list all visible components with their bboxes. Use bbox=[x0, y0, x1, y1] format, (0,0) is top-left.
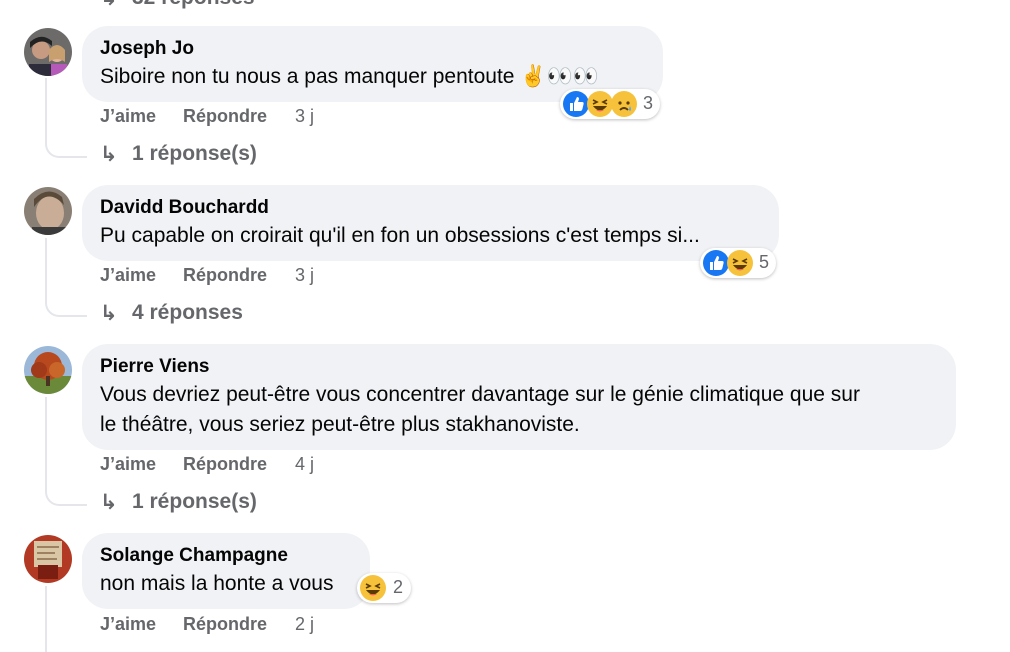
comment-author[interactable]: Joseph Jo bbox=[100, 38, 194, 60]
like-icon bbox=[703, 250, 729, 276]
thread-connector bbox=[45, 397, 87, 506]
reply-button[interactable]: Répondre bbox=[183, 106, 267, 127]
thread-connector bbox=[45, 586, 47, 652]
comment-text: le théâtre, vous seriez peut-être plus s… bbox=[100, 413, 580, 436]
reply-arrow-icon: ↳ bbox=[100, 491, 118, 514]
haha-icon bbox=[727, 250, 753, 276]
like-button[interactable]: J’aime bbox=[100, 265, 156, 286]
thread-connector bbox=[45, 238, 87, 317]
reaction-count: 5 bbox=[759, 252, 770, 272]
like-icon bbox=[563, 91, 589, 117]
thread-connector bbox=[45, 78, 87, 158]
comment-bubble: Pierre Viens Vous devriez peut-être vous… bbox=[82, 344, 956, 450]
reply-arrow-icon: ↳ bbox=[100, 302, 118, 325]
comment-text: Vous devriez peut-être vous concentrer d… bbox=[100, 383, 860, 406]
comment-timestamp[interactable]: 3 j bbox=[295, 106, 314, 127]
reply-button[interactable]: Répondre bbox=[183, 454, 267, 475]
reply-arrow-icon: ↳ bbox=[100, 143, 118, 166]
reaction-count: 3 bbox=[643, 93, 654, 113]
reaction-summary[interactable]: 3 bbox=[560, 89, 660, 119]
like-button[interactable]: J’aime bbox=[100, 614, 156, 635]
comment-bubble: Davidd Bouchardd Pu capable on croirait … bbox=[82, 185, 779, 261]
haha-icon bbox=[360, 575, 386, 601]
comment-text: Siboire non tu nous a pas manquer pentou… bbox=[100, 65, 599, 88]
reply-arrow-icon: ↳ bbox=[100, 0, 118, 11]
reaction-summary[interactable]: 2 bbox=[357, 573, 411, 603]
avatar[interactable] bbox=[24, 346, 72, 394]
reply-button[interactable]: Répondre bbox=[183, 265, 267, 286]
comment-bubble: Solange Champagne non mais la honte a vo… bbox=[82, 533, 370, 609]
comment-text: non mais la honte a vous bbox=[100, 572, 334, 595]
comment-author[interactable]: Davidd Bouchardd bbox=[100, 197, 269, 219]
like-button[interactable]: J’aime bbox=[100, 106, 156, 127]
reply-button[interactable]: Répondre bbox=[183, 614, 267, 635]
avatar[interactable] bbox=[24, 187, 72, 235]
haha-icon bbox=[587, 91, 613, 117]
reaction-summary[interactable]: 5 bbox=[700, 248, 776, 278]
comment-author[interactable]: Solange Champagne bbox=[100, 545, 288, 567]
reaction-count: 2 bbox=[393, 577, 404, 597]
sad-icon bbox=[611, 91, 637, 117]
comment-timestamp[interactable]: 3 j bbox=[295, 265, 314, 286]
like-button[interactable]: J’aime bbox=[100, 454, 156, 475]
comment-timestamp[interactable]: 2 j bbox=[295, 614, 314, 635]
comment-author[interactable]: Pierre Viens bbox=[100, 356, 210, 378]
comment-timestamp[interactable]: 4 j bbox=[295, 454, 314, 475]
avatar[interactable] bbox=[24, 28, 72, 76]
avatar[interactable] bbox=[24, 535, 72, 583]
comment-text: Pu capable on croirait qu'il en fon un o… bbox=[100, 224, 700, 247]
